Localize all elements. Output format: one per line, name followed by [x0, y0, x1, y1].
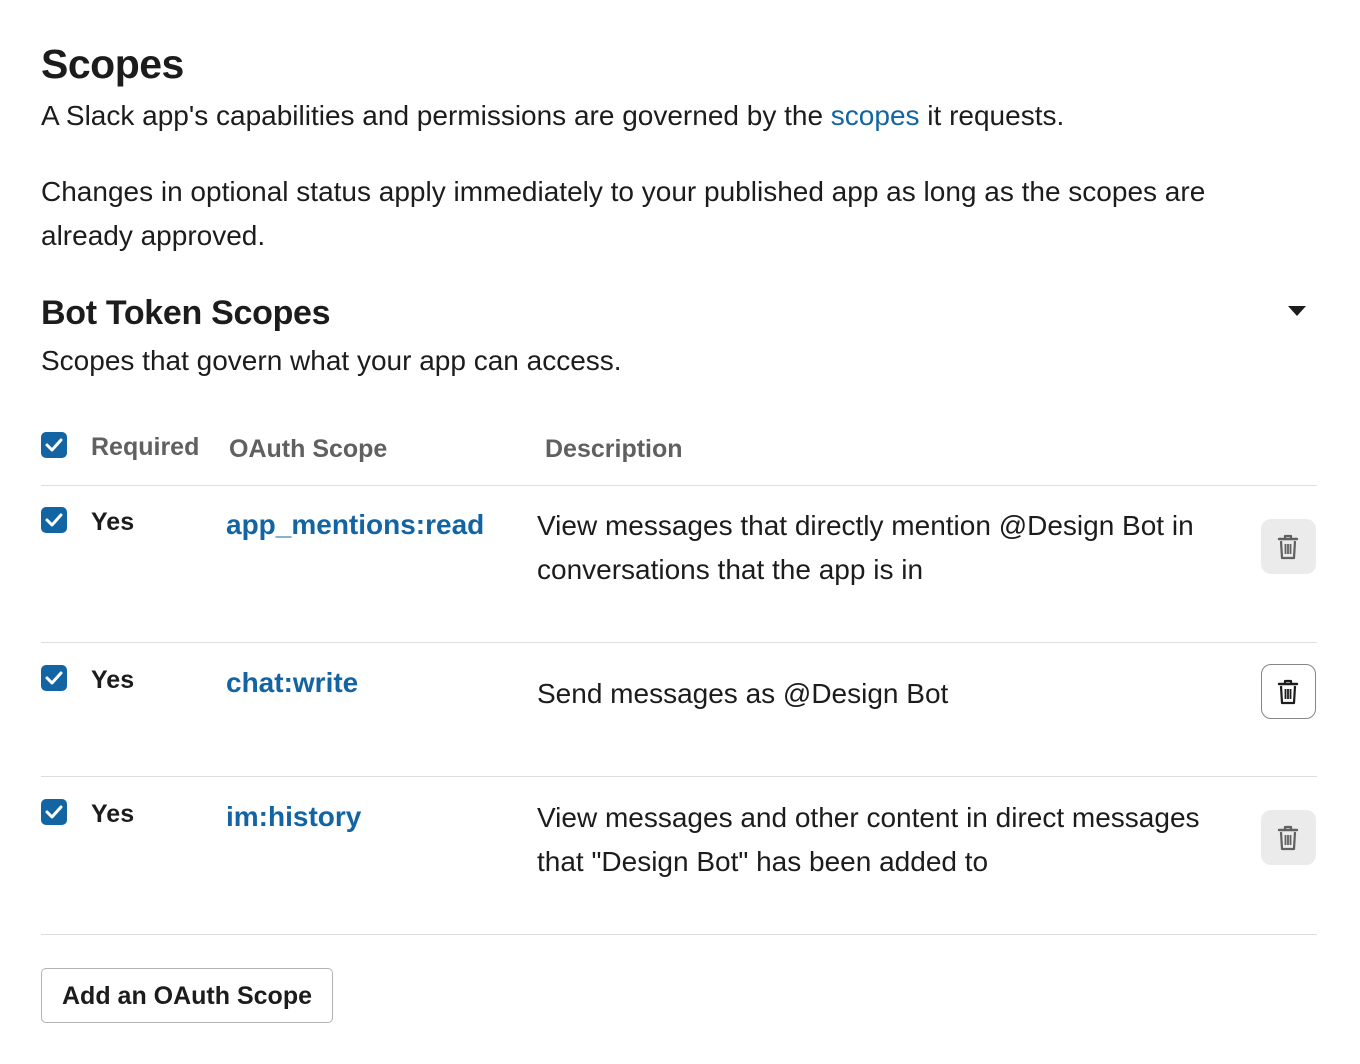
intro-text-after: it requests.	[919, 100, 1065, 131]
trash-icon	[1277, 534, 1299, 560]
bot-token-scopes-title: Bot Token Scopes	[41, 294, 331, 332]
column-header-description: Description	[545, 435, 683, 463]
scope-description: View messages and other content in direc…	[537, 802, 1200, 877]
checkmark-icon	[45, 513, 63, 527]
delete-scope-button[interactable]	[1261, 810, 1316, 865]
trash-icon	[1277, 825, 1299, 851]
add-oauth-scope-button[interactable]: Add an OAuth Scope	[41, 968, 333, 1023]
oauth-scope-name[interactable]: im:history	[226, 799, 361, 835]
page-title: Scopes	[41, 41, 184, 87]
delete-scope-button[interactable]	[1261, 664, 1316, 719]
caret-down-icon[interactable]	[1286, 302, 1308, 318]
required-value: Yes	[91, 508, 135, 536]
required-value: Yes	[91, 666, 135, 694]
column-header-oauth-scope: OAuth Scope	[229, 435, 388, 463]
scopes-intro: A Slack app's capabilities and permissio…	[41, 96, 1064, 136]
scopes-link[interactable]: scopes	[831, 100, 920, 131]
intro-text-before: A Slack app's capabilities and permissio…	[41, 100, 831, 131]
checkmark-icon	[45, 671, 63, 685]
oauth-scope-name[interactable]: app_mentions:read	[226, 507, 484, 543]
required-value: Yes	[91, 800, 135, 828]
scope-description: View messages that directly mention @Des…	[537, 510, 1194, 585]
required-checkbox[interactable]	[41, 665, 67, 691]
optional-status-notice: Changes in optional status apply immedia…	[41, 176, 1206, 251]
checkmark-icon	[45, 805, 63, 819]
delete-scope-button[interactable]	[1261, 519, 1316, 574]
table-divider	[41, 934, 1317, 935]
table-divider	[41, 485, 1317, 486]
required-checkbox[interactable]	[41, 507, 67, 533]
select-all-checkbox[interactable]	[41, 432, 67, 458]
required-checkbox[interactable]	[41, 799, 67, 825]
trash-icon	[1277, 679, 1299, 705]
checkmark-icon	[45, 438, 63, 452]
table-divider	[41, 642, 1317, 643]
bot-token-scopes-subtitle: Scopes that govern what your app can acc…	[41, 345, 622, 376]
table-divider	[41, 776, 1317, 777]
oauth-scope-name[interactable]: chat:write	[226, 665, 358, 701]
column-header-required: Required	[91, 433, 200, 461]
scope-description: Send messages as @Design Bot	[537, 678, 949, 709]
